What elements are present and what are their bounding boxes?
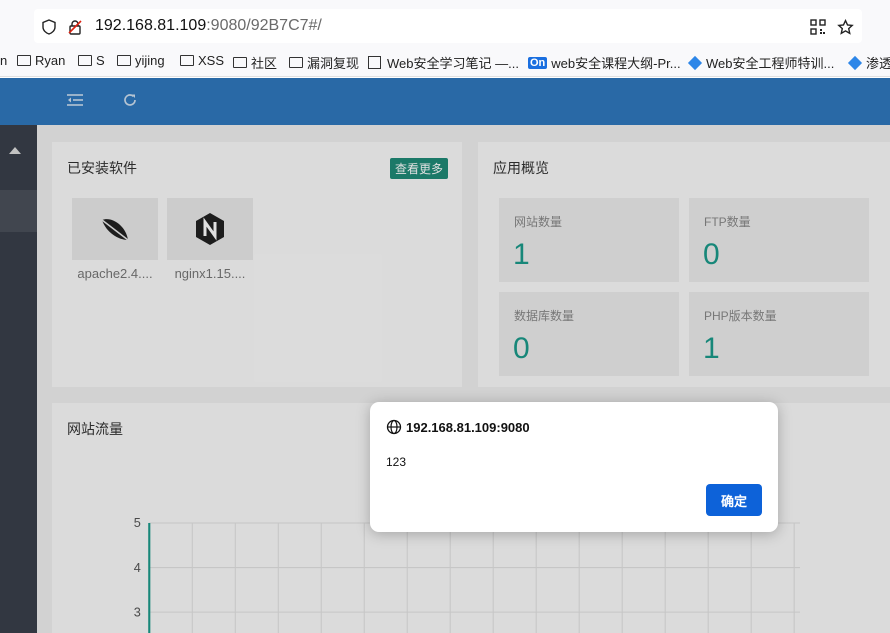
folder-icon [289,57,303,68]
folder-icon [117,55,131,66]
dialog-origin: 192.168.81.109:9080 [406,420,530,435]
alert-dialog: 192.168.81.109:9080 123 确定 [370,402,778,532]
folder-icon [17,55,31,66]
diamond-icon [847,55,863,70]
bookmark-label: Web安全学习笔记 —... [387,56,519,71]
bookmark-folder-yijing[interactable]: yijing [117,53,165,68]
folder-icon [180,55,194,66]
insecure-lock-icon[interactable] [66,18,84,36]
url-text[interactable]: 192.168.81.109:9080/92B7C7#/ [95,17,322,35]
bookmark-label: 漏洞复现 [307,56,360,71]
bookmark-web-course[interactable]: On web安全课程大纲-Pr... [528,53,681,72]
bookmark-label: S [96,53,105,68]
bookmark-label: n [0,53,8,68]
bookmarks-toolbar: n Ryan S yijing XSS 社区 漏洞复现 Web安全学习笔记 —.… [0,45,890,77]
browser-toolbar: 192.168.81.109:9080/92B7C7#/ [0,0,890,45]
bookmark-label: Web安全工程师特训... [706,56,835,71]
folder-icon [233,57,247,68]
bookmark-folder-community[interactable]: 社区 [233,53,277,72]
bookmark-label: 渗透 [866,56,890,71]
page-icon [368,56,381,69]
globe-icon [386,419,402,435]
on-badge-icon: On [528,56,548,69]
modal-backdrop [0,78,890,633]
bookmark-label: XSS [198,53,225,68]
url-host: 192.168.81.109 [95,17,207,34]
diamond-icon [687,55,703,70]
dialog-message: 123 [386,455,407,469]
qr-code-icon[interactable] [809,18,827,36]
bookmark-web-engineer[interactable]: Web安全工程师特训... [687,53,835,72]
shield-icon[interactable] [40,18,58,36]
bookmark-folder-xss[interactable]: XSS [180,53,224,68]
bookmark-label: Ryan [35,53,66,68]
ok-button[interactable]: 确定 [706,484,762,516]
bookmark-star-icon[interactable] [836,18,854,36]
folder-icon [78,55,92,66]
bookmark-label: 社区 [251,56,278,71]
bookmark-folder-vuln[interactable]: 漏洞复现 [289,53,359,72]
bookmark-folder-ryan[interactable]: Ryan [17,53,65,68]
bookmark-partial[interactable]: n [0,53,7,68]
bookmark-label: web安全课程大纲-Pr... [551,56,681,71]
bookmark-web-notes[interactable]: Web安全学习笔记 —... [368,53,519,72]
bookmark-label: yijing [135,53,165,68]
bookmark-pentest[interactable]: 渗透 [847,53,890,72]
address-bar[interactable]: 192.168.81.109:9080/92B7C7#/ [34,9,862,43]
bookmark-folder-s[interactable]: S [78,53,105,68]
url-path: :9080/92B7C7#/ [206,17,322,34]
